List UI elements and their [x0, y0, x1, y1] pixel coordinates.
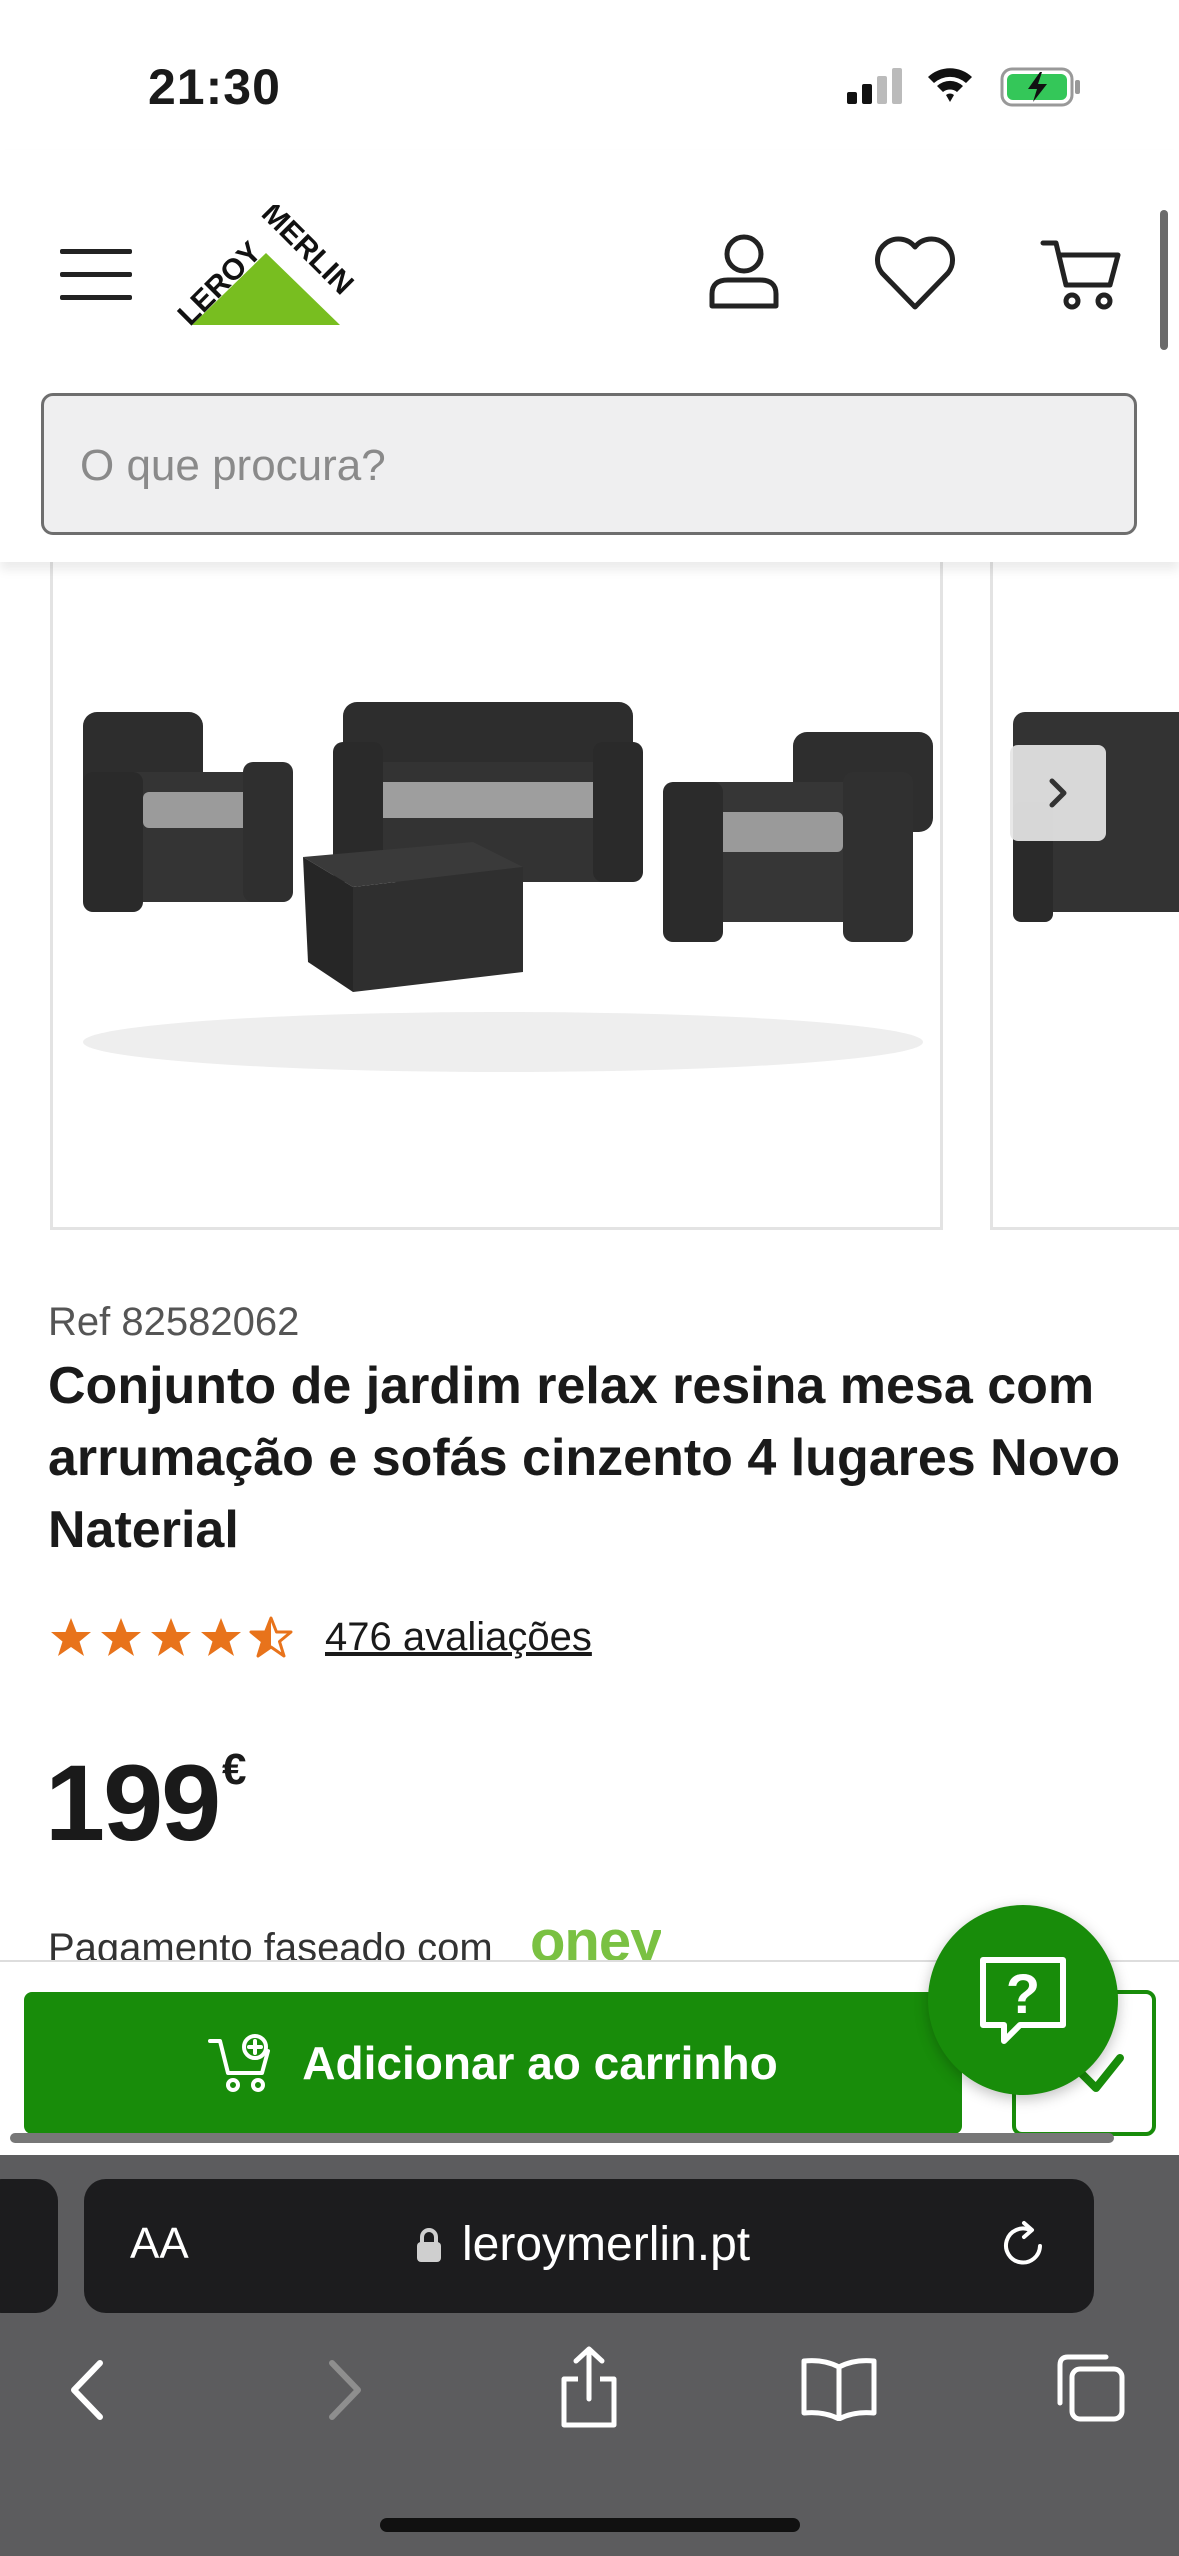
product-price: 199 — [45, 1742, 221, 1863]
lock-icon — [417, 2228, 441, 2262]
scroll-indicator — [1160, 210, 1168, 350]
star-full-icon — [151, 1618, 191, 1656]
payment-info: Pagamento faseado com — [48, 1926, 493, 1962]
leroy-merlin-logo[interactable]: LEROY MERLIN — [170, 205, 370, 335]
status-bar: 21:30 — [0, 0, 1179, 150]
search-input[interactable] — [80, 438, 980, 494]
oney-logo[interactable]: oney — [530, 1912, 661, 1962]
cart-icon[interactable] — [1040, 235, 1122, 315]
star-full-icon — [101, 1618, 141, 1656]
price-currency: € — [222, 1745, 247, 1794]
previous-tab-stub[interactable] — [0, 2179, 58, 2313]
chevron-right-icon — [1049, 778, 1067, 808]
heart-icon[interactable] — [872, 235, 958, 311]
reviews-link[interactable]: 476 avaliações — [325, 1615, 592, 1660]
product-gallery — [0, 542, 1179, 1232]
reader-settings-button[interactable]: AA — [130, 2219, 189, 2269]
svg-text:?: ? — [1006, 1962, 1040, 2025]
search-box[interactable] — [41, 393, 1137, 535]
help-chat-button[interactable]: ? — [928, 1905, 1118, 2095]
menu-icon[interactable] — [58, 245, 134, 305]
star-full-icon — [51, 1618, 91, 1656]
add-to-cart-button[interactable]: Adicionar ao carrinho — [24, 1992, 962, 2134]
reload-icon[interactable] — [996, 2219, 1050, 2273]
forward-icon[interactable] — [318, 2355, 368, 2425]
status-time: 21:30 — [148, 59, 281, 115]
product-ref: Ref 82582062 — [48, 1300, 300, 1344]
star-full-icon — [201, 1618, 241, 1656]
browser-toolbar: AA leroymerlin.pt — [0, 2155, 1179, 2556]
star-half-icon — [249, 1616, 293, 1658]
home-indicator — [380, 2518, 800, 2532]
next-image-thumbnail — [1013, 712, 1179, 922]
add-to-cart-label: Adicionar ao carrinho — [302, 2037, 778, 2089]
rating-stars[interactable] — [48, 1615, 294, 1665]
page-progress-bar — [10, 2133, 1114, 2143]
product-image[interactable] — [50, 542, 943, 1230]
address-bar[interactable]: AA leroymerlin.pt — [84, 2179, 1094, 2313]
question-chat-icon: ? — [980, 1957, 1066, 2044]
site-header: LEROY MERLIN — [0, 150, 1179, 562]
url-text[interactable]: leroymerlin.pt — [462, 2217, 750, 2272]
battery-charging-icon — [1000, 67, 1080, 107]
user-icon[interactable] — [704, 230, 784, 310]
next-product-image[interactable] — [990, 542, 1179, 1230]
gallery-next-button[interactable] — [1010, 745, 1106, 841]
cart-add-icon — [208, 2034, 271, 2092]
wifi-icon — [928, 68, 972, 102]
product-title: Conjunto de jardim relax resina mesa com… — [48, 1357, 1121, 1559]
furniture-illustration — [83, 702, 933, 1072]
tabs-icon[interactable] — [1054, 2351, 1126, 2423]
signal-icon — [847, 68, 902, 104]
bookmarks-icon[interactable] — [800, 2355, 878, 2421]
share-icon[interactable] — [556, 2345, 622, 2429]
back-icon[interactable] — [64, 2355, 114, 2425]
